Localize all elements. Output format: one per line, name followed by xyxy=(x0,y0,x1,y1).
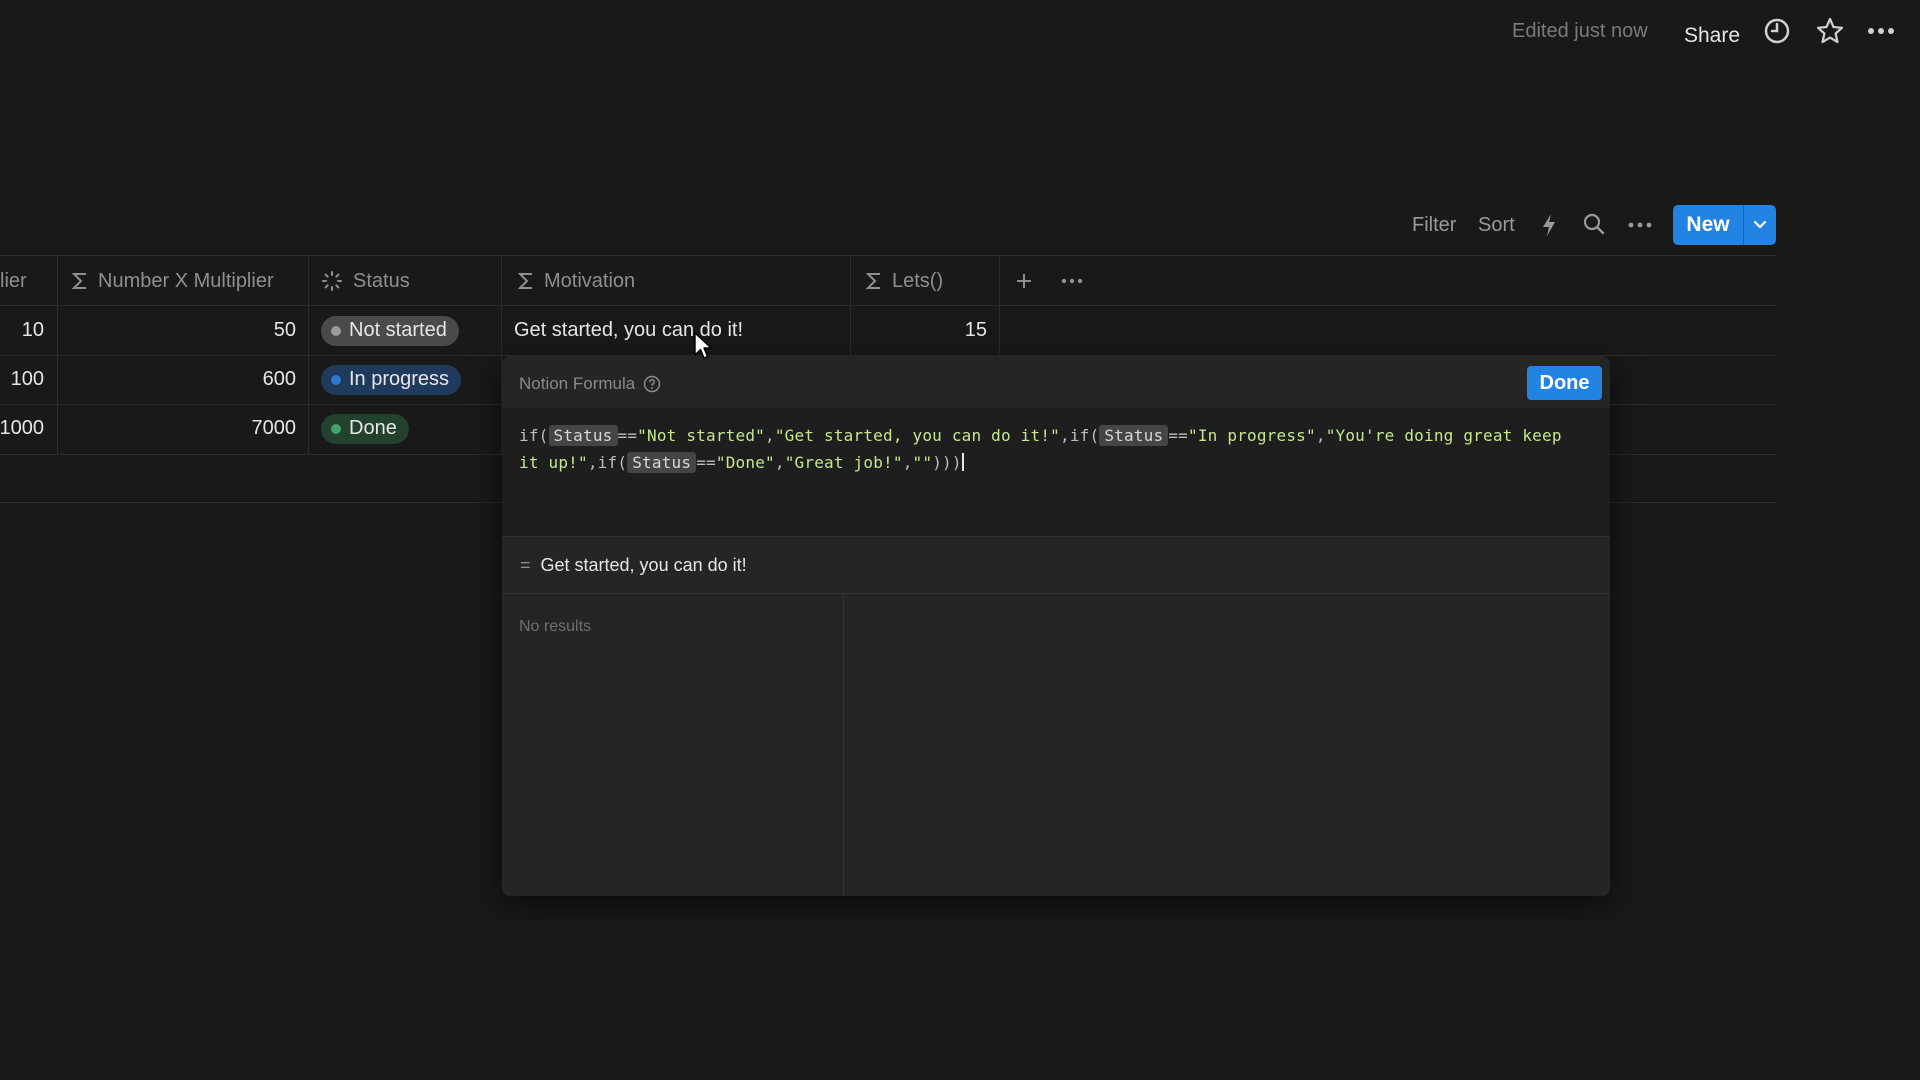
new-button[interactable]: New xyxy=(1673,205,1776,245)
code-string: "Not started" xyxy=(637,426,765,445)
code-string: "Done" xyxy=(715,453,775,472)
code-punctuation: ))) xyxy=(932,453,962,472)
status-dot-icon xyxy=(331,325,341,336)
formula-result-value: Get started, you can do it! xyxy=(540,554,747,575)
number-x-multiplier-cell[interactable]: 600 xyxy=(58,355,296,404)
formula-input[interactable]: if(Status =="Not started","Get started, y… xyxy=(502,408,1610,536)
clock-icon[interactable] xyxy=(1762,16,1792,46)
column-options-icon[interactable] xyxy=(1060,256,1094,306)
column-header-number-x-multiplier[interactable]: Number X Multiplier xyxy=(72,256,274,306)
add-property-icon[interactable] xyxy=(1015,256,1043,306)
code-string: "In progress" xyxy=(1188,426,1316,445)
top-bar: Edited just now Share xyxy=(0,0,1920,60)
column-header-label: Lets() xyxy=(892,269,944,292)
text-caret xyxy=(961,453,964,471)
status-badge: Done xyxy=(321,413,409,444)
filter-button[interactable]: Filter xyxy=(1412,214,1456,237)
no-results-label: No results xyxy=(519,618,592,635)
sort-button[interactable]: Sort xyxy=(1478,214,1515,237)
status-label: In progress xyxy=(349,368,450,390)
column-header-label: lier xyxy=(0,269,27,292)
code-punctuation: , xyxy=(774,453,785,472)
formula-title: Notion Formula xyxy=(519,374,636,393)
property-token[interactable]: Status xyxy=(627,452,697,473)
code-operator: == xyxy=(617,426,638,445)
equals-icon: = xyxy=(520,554,531,575)
code-punctuation: , xyxy=(1315,426,1326,445)
formula-icon xyxy=(866,273,880,289)
status-label: Done xyxy=(349,417,397,439)
more-options-icon[interactable] xyxy=(1627,215,1653,241)
code-keyword: ,if( xyxy=(1060,426,1100,445)
status-cell[interactable]: Done xyxy=(321,404,501,453)
formula-icon xyxy=(72,273,86,289)
status-dot-icon xyxy=(331,374,341,385)
chevron-down-icon[interactable] xyxy=(1743,205,1776,245)
code-punctuation: , xyxy=(902,453,913,472)
code-operator: == xyxy=(1168,426,1189,445)
status-label: Not started xyxy=(349,319,447,341)
formula-code[interactable]: if(Status =="Not started","Get started, y… xyxy=(519,422,1589,476)
code-keyword: ,if( xyxy=(587,453,628,472)
code-punctuation: , xyxy=(765,426,775,445)
share-button[interactable]: Share xyxy=(1684,24,1740,48)
formula-result: = Get started, you can do it! xyxy=(502,536,1610,594)
code-operator: == xyxy=(696,453,716,472)
code-string: "Get started, you can do it!" xyxy=(774,426,1060,445)
code-string: "Great job!" xyxy=(784,453,903,472)
search-icon[interactable] xyxy=(1582,212,1606,242)
help-icon[interactable] xyxy=(643,375,661,393)
status-badge: Not started xyxy=(321,315,459,346)
column-header-label: Status xyxy=(353,269,410,292)
column-divider xyxy=(999,256,1000,356)
column-header-label: Number X Multiplier xyxy=(98,269,274,292)
status-icon xyxy=(322,271,342,291)
suggestions-list: No results xyxy=(502,593,844,896)
property-token[interactable]: Status xyxy=(1099,425,1169,446)
column-header-lets[interactable]: Lets() xyxy=(866,256,943,306)
column-divider xyxy=(308,256,309,454)
column-header-status[interactable]: Status xyxy=(321,256,410,306)
status-dot-icon xyxy=(331,423,341,434)
formula-editor-popup: Notion Formula Done if(Status =="Not star… xyxy=(502,356,1610,896)
code-keyword: if( xyxy=(519,426,549,445)
number-x-multiplier-cell[interactable]: 7000 xyxy=(58,404,297,453)
number-x-multiplier-cell[interactable]: 50 xyxy=(58,306,296,355)
multiplier-cell[interactable]: 1000 xyxy=(0,404,44,453)
multiplier-cell[interactable]: 10 xyxy=(0,306,44,355)
lightning-icon[interactable] xyxy=(1539,212,1559,244)
done-button[interactable]: Done xyxy=(1527,366,1602,400)
motivation-cell[interactable]: Get started, you can do it! xyxy=(514,306,844,355)
code-string: "" xyxy=(912,453,933,472)
multiplier-cell[interactable]: 100 xyxy=(0,355,44,404)
column-header-label: Motivation xyxy=(544,269,636,292)
column-header-motivation[interactable]: Motivation xyxy=(518,256,635,306)
more-icon[interactable] xyxy=(1866,16,1896,46)
new-button-label[interactable]: New xyxy=(1673,205,1743,245)
formula-header: Notion Formula xyxy=(519,374,661,394)
status-badge: In progress xyxy=(321,364,462,395)
star-icon[interactable] xyxy=(1815,16,1845,46)
formula-icon xyxy=(518,273,532,289)
property-token[interactable]: Status xyxy=(548,425,618,446)
edited-status: Edited just now xyxy=(1512,20,1648,42)
mouse-cursor-icon xyxy=(694,332,712,359)
lets-cell[interactable]: 15 xyxy=(851,306,987,355)
status-cell[interactable]: Not started xyxy=(321,306,501,355)
status-cell[interactable]: In progress xyxy=(321,355,501,404)
column-header-multiplier[interactable]: lier xyxy=(0,256,27,306)
